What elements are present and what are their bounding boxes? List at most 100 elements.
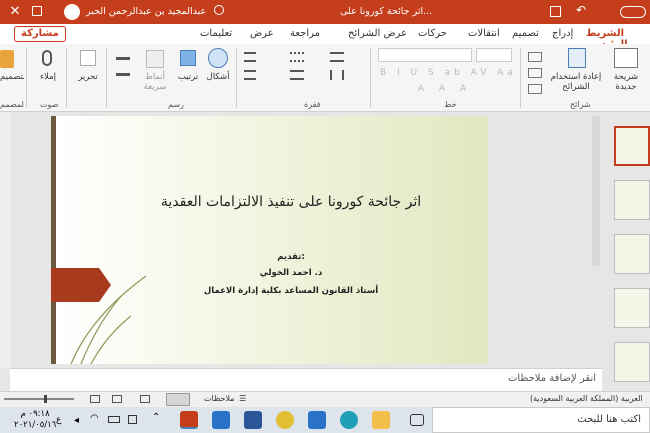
quick-styles-label[interactable]: أنماط سريعة (140, 72, 170, 92)
tab-slideshow[interactable]: عرض الشرائح (348, 28, 407, 39)
avatar[interactable] (64, 4, 80, 20)
font-style-icons[interactable]: B I U S ab AV Aa (380, 68, 513, 78)
status-bar: ملاحظات ☰ العربية (المملكة العربية السعو… (0, 391, 650, 407)
shape-outline-icon[interactable] (116, 66, 130, 76)
tab-view[interactable]: عرض (250, 28, 274, 39)
slide-thumbnail-4[interactable] (614, 288, 650, 328)
notes-pane[interactable]: انقر لإضافة ملاحظات (10, 368, 602, 391)
drawing-group-label: رسم (168, 100, 184, 109)
slide-thumbnail-2[interactable] (614, 180, 650, 220)
designer-icon[interactable] (0, 50, 14, 68)
arrange-icon[interactable] (180, 50, 196, 66)
search-placeholder: اكتب هنا للبحث (577, 414, 641, 425)
shapes-label[interactable]: أشكال (204, 72, 232, 82)
view-slideshow-icon[interactable] (90, 395, 100, 403)
layout-icon[interactable] (528, 52, 542, 62)
word-app-icon[interactable] (244, 411, 262, 429)
autosave-toggle[interactable] (620, 6, 646, 18)
view-sorter-icon[interactable] (140, 395, 150, 403)
photos-app-icon[interactable] (212, 411, 230, 429)
shape-fill-icon[interactable] (116, 50, 130, 60)
language-indicator-ar[interactable]: ع (56, 415, 61, 425)
zoom-thumb[interactable] (44, 395, 47, 403)
presenter-heading[interactable]: تقديم: (271, 252, 311, 262)
slide-canvas[interactable]: اثر جائحة كورونا على تنفيذ الالتزامات ال… (51, 116, 488, 364)
title-bar: ✕ عبدالمجيد بن عبدالرحمن الحبر اثر جائحة… (0, 0, 650, 24)
share-button[interactable]: مشاركة (14, 26, 66, 42)
wifi-icon[interactable]: ◠ (90, 413, 99, 424)
align-right-icon[interactable] (290, 70, 304, 80)
designer-label[interactable]: أفكار التصميم (0, 72, 24, 82)
dictate-label[interactable]: إملاء (36, 72, 60, 82)
slide-thumbnail-3[interactable] (614, 234, 650, 274)
tab-animations[interactable]: حركات (418, 28, 447, 39)
chevron-up-icon[interactable]: ⌃ (152, 412, 160, 423)
notes-button-label: ملاحظات (204, 394, 235, 403)
font-size-dropdown[interactable] (476, 48, 512, 62)
columns-icon[interactable] (330, 70, 344, 80)
shapes-icon[interactable] (208, 48, 228, 68)
maximize-button[interactable] (32, 6, 42, 16)
reuse-slides-icon[interactable] (568, 48, 586, 68)
save-icon[interactable] (550, 6, 561, 17)
presenter-role[interactable]: أستاذ القانون المساعد بكلية إدارة الاعما… (191, 286, 391, 296)
close-button[interactable]: ✕ (0, 0, 30, 24)
notes-button[interactable]: ملاحظات ☰ (204, 394, 246, 403)
slide-title[interactable]: اثر جائحة كورونا على تنفيذ الالتزامات ال… (141, 194, 441, 210)
microphone-icon[interactable] (42, 50, 52, 66)
bullets-icon[interactable] (290, 52, 304, 62)
thumbnail-scrollbar[interactable] (592, 116, 600, 266)
zoom-slider[interactable] (4, 398, 74, 400)
speaker-icon[interactable]: ◂ (74, 415, 79, 426)
slide-thumbnail-1[interactable] (614, 126, 650, 166)
view-reading-icon[interactable] (112, 395, 122, 403)
align-text-icon[interactable] (244, 70, 256, 80)
reset-icon[interactable] (528, 68, 542, 78)
arrange-label[interactable]: ترتيب (176, 72, 200, 82)
text-direction-icon[interactable] (244, 52, 256, 62)
notes-placeholder: انقر لإضافة ملاحظات (507, 373, 596, 384)
separator (106, 48, 107, 108)
view-normal-icon[interactable] (166, 393, 190, 406)
tab-review[interactable]: مراجعة (290, 28, 320, 39)
font-family-dropdown[interactable] (378, 48, 472, 62)
battery-icon[interactable] (108, 416, 120, 423)
slide-thumbnail-5[interactable] (614, 342, 650, 382)
mail-app-icon[interactable] (308, 411, 326, 429)
tab-help[interactable]: تعليمات (200, 28, 232, 39)
quick-styles-icon[interactable] (146, 50, 164, 68)
edge-app-icon[interactable] (340, 411, 358, 429)
new-slide-icon[interactable] (614, 48, 638, 68)
slide-side-bar (51, 116, 56, 364)
document-title: اثر جائحة كورونا على... (340, 6, 433, 17)
search-icon[interactable] (214, 5, 224, 15)
user-name[interactable]: عبدالمجيد بن عبدالرحمن الحبر (86, 6, 206, 17)
magnifier-icon[interactable] (80, 50, 96, 66)
taskbar: ٠٩:١٨ م ٢٠٢١/٠٥/١٦ ع ◂ ◠ ⌃ اكتب هنا للبح… (0, 407, 650, 433)
reuse-slides-label[interactable]: إعادة استخدام الشرائح (548, 72, 604, 92)
separator (66, 48, 67, 108)
task-view-icon[interactable] (410, 414, 424, 426)
separator (26, 48, 27, 108)
ribbon: أفكار التصميم المصمم إملاء صوت تحرير أنم… (0, 44, 650, 112)
taskbar-search-box[interactable]: اكتب هنا للبحث (432, 407, 650, 433)
tab-transitions[interactable]: انتقالات (468, 28, 500, 39)
tab-design[interactable]: تصميم (512, 28, 539, 39)
clock[interactable]: ٠٩:١٨ م ٢٠٢١/٠٥/١٦ (14, 409, 56, 431)
presenter-name[interactable]: د. احمد الخولي (231, 268, 351, 278)
slides-group-label: شرائح (570, 100, 591, 109)
numbering-icon[interactable] (330, 52, 344, 62)
left-scrollbar[interactable] (0, 112, 10, 368)
powerpoint-app-icon[interactable] (180, 411, 198, 429)
font-color-icons[interactable]: A A A (380, 84, 510, 94)
notification-icon[interactable] (128, 415, 137, 424)
chrome-app-icon[interactable] (276, 411, 294, 429)
editing-label[interactable]: تحرير (76, 72, 100, 82)
file-explorer-icon[interactable] (372, 411, 390, 429)
slide-arrow-shape (51, 268, 111, 302)
section-icon[interactable] (528, 84, 542, 94)
language-indicator[interactable]: العربية (المملكة العربية السعودية) (530, 394, 643, 403)
undo-icon[interactable]: ↶ (576, 3, 586, 17)
new-slide-label[interactable]: شريحة جديدة (606, 72, 646, 92)
tab-insert[interactable]: إدراج (552, 28, 573, 39)
